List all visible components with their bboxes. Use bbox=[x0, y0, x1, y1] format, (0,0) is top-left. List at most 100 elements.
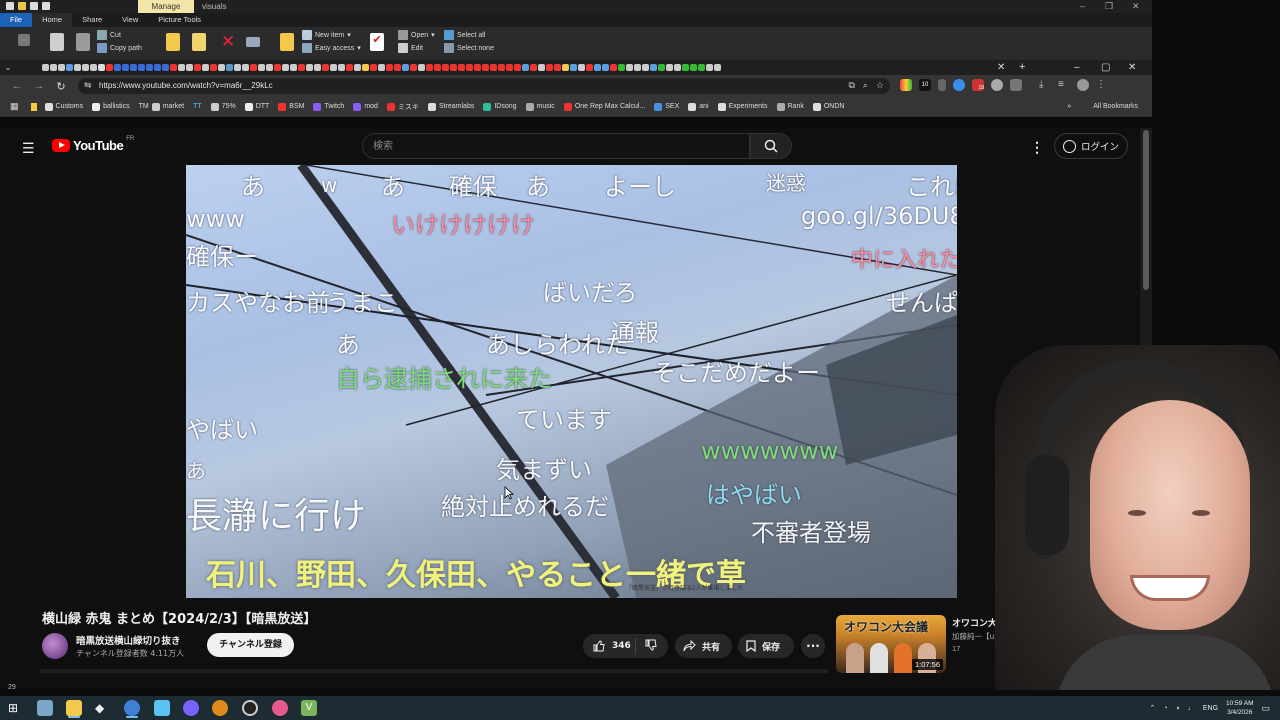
tab-favicon-icon[interactable] bbox=[658, 64, 665, 71]
tab-share[interactable]: Share bbox=[72, 13, 112, 27]
pinned-tab-favicons[interactable] bbox=[42, 64, 721, 71]
file-explorer-taskbar-icon[interactable] bbox=[66, 700, 82, 716]
bookmark-item[interactable]: ani bbox=[688, 102, 709, 111]
tab-favicon-icon[interactable] bbox=[426, 64, 433, 71]
tab-favicon-icon[interactable] bbox=[298, 64, 305, 71]
tab-favicon-icon[interactable] bbox=[250, 64, 257, 71]
tab-favicon-icon[interactable] bbox=[402, 64, 409, 71]
bookmark-item[interactable]: Rank bbox=[776, 102, 804, 111]
tab-home[interactable]: Home bbox=[32, 13, 73, 27]
tab-favicon-icon[interactable] bbox=[226, 64, 233, 71]
tab-close-icon[interactable]: ✕ bbox=[997, 60, 1005, 75]
copy-path-button[interactable]: Copy path bbox=[97, 43, 142, 53]
search-button[interactable] bbox=[750, 133, 792, 159]
chrome-maximize-icon[interactable]: ▢ bbox=[1101, 60, 1110, 75]
tab-favicon-icon[interactable] bbox=[594, 64, 601, 71]
search-box[interactable] bbox=[362, 133, 750, 159]
tab-favicon-icon[interactable] bbox=[506, 64, 513, 71]
bookmark-item[interactable]: Twitch bbox=[313, 102, 344, 111]
tab-favicon-icon[interactable] bbox=[610, 64, 617, 71]
tab-favicon-icon[interactable] bbox=[626, 64, 633, 71]
bookmark-star-icon[interactable]: ☆ bbox=[876, 80, 884, 91]
tab-favicon-icon[interactable] bbox=[490, 64, 497, 71]
address-bar[interactable]: ⇋ https://www.youtube.com/watch?v=ma6r__… bbox=[78, 78, 890, 94]
bookmark-item[interactable]: DTT bbox=[244, 102, 269, 111]
tab-favicon-icon[interactable] bbox=[194, 64, 201, 71]
fox-app-icon[interactable]: ◆ bbox=[95, 700, 111, 716]
mic-icon[interactable]: ♩ bbox=[1188, 705, 1195, 712]
tab-favicon-icon[interactable] bbox=[650, 64, 657, 71]
tab-favicon-icon[interactable] bbox=[618, 64, 625, 71]
app-bird-icon[interactable] bbox=[154, 700, 170, 716]
subscribe-button[interactable]: チャンネル登録 bbox=[207, 633, 294, 657]
tab-favicon-icon[interactable] bbox=[602, 64, 609, 71]
bookmark-item[interactable]: ballistics bbox=[92, 102, 130, 111]
edit-button[interactable]: Edit bbox=[398, 43, 423, 53]
tab-favicon-icon[interactable] bbox=[178, 64, 185, 71]
all-bookmarks-button[interactable]: » All Bookmarks bbox=[1067, 97, 1138, 117]
channel-avatar[interactable] bbox=[42, 633, 68, 659]
notifications-icon[interactable]: ▭ bbox=[1261, 703, 1270, 714]
tab-favicon-icon[interactable] bbox=[186, 64, 193, 71]
paste-icon[interactable] bbox=[76, 33, 90, 51]
tab-favicon-icon[interactable] bbox=[538, 64, 545, 71]
tab-favicon-icon[interactable] bbox=[410, 64, 417, 71]
scrollbar-thumb[interactable] bbox=[1143, 130, 1149, 290]
bookmark-item[interactable]: ミスキ bbox=[386, 102, 419, 112]
obs-icon[interactable] bbox=[183, 700, 199, 716]
bookmark-item[interactable]: ONDN bbox=[812, 102, 844, 111]
bookmark-item[interactable]: IDsong bbox=[483, 102, 517, 111]
tab-favicon-icon[interactable] bbox=[82, 64, 89, 71]
tab-favicon-icon[interactable] bbox=[170, 64, 177, 71]
tab-favicon-icon[interactable] bbox=[234, 64, 241, 71]
explorer-minimize-icon[interactable]: – bbox=[1080, 0, 1085, 13]
tray-chevron-icon[interactable]: ⌃ bbox=[1150, 704, 1156, 712]
quick-access-toolbar[interactable] bbox=[6, 2, 50, 10]
new-tab-icon[interactable]: + bbox=[1019, 60, 1025, 75]
open-button[interactable]: Open ▾ bbox=[398, 30, 435, 40]
tab-search-icon[interactable]: ⌄ bbox=[0, 62, 16, 73]
tab-favicon-icon[interactable] bbox=[570, 64, 577, 71]
tab-favicon-icon[interactable] bbox=[138, 64, 145, 71]
tab-favicon-icon[interactable] bbox=[482, 64, 489, 71]
tab-favicon-icon[interactable] bbox=[42, 64, 49, 71]
reload-icon[interactable]: ↻ bbox=[50, 80, 72, 93]
tab-favicon-icon[interactable] bbox=[314, 64, 321, 71]
tab-favicon-icon[interactable] bbox=[442, 64, 449, 71]
video-player[interactable]: あwあ確保あよーし迷惑これはwwwwいけけけけけgoo.gl/36DU8YqHc… bbox=[186, 165, 957, 598]
url-text[interactable]: https://www.youtube.com/watch?v=ma6r__29… bbox=[99, 81, 273, 90]
tab-favicon-icon[interactable] bbox=[714, 64, 721, 71]
channel-name[interactable]: 暗黒放送横山緑切り抜き bbox=[76, 633, 181, 647]
bitcoin-icon[interactable] bbox=[212, 700, 228, 716]
properties-icon[interactable]: ✔ bbox=[370, 33, 384, 51]
tab-favicon-icon[interactable] bbox=[306, 64, 313, 71]
chevron-right-icon[interactable]: » bbox=[1067, 97, 1071, 117]
tab-favicon-icon[interactable] bbox=[98, 64, 105, 71]
app-pink-icon[interactable] bbox=[272, 700, 288, 716]
network-icon[interactable]: ◔ bbox=[1163, 705, 1167, 712]
tab-favicon-icon[interactable] bbox=[674, 64, 681, 71]
tab-favicon-icon[interactable] bbox=[74, 64, 81, 71]
tab-favicon-icon[interactable] bbox=[330, 64, 337, 71]
tab-favicon-icon[interactable] bbox=[434, 64, 441, 71]
tab-favicon-icon[interactable] bbox=[666, 64, 673, 71]
share-button[interactable]: 共有 bbox=[675, 634, 732, 658]
tab-view[interactable]: View bbox=[112, 13, 148, 27]
bookmark-item[interactable]: One Rep Max Calcul... bbox=[563, 102, 645, 111]
download-icon[interactable]: ⤓ bbox=[1039, 79, 1051, 91]
explorer-restore-icon[interactable]: ❐ bbox=[1105, 0, 1113, 13]
tab-favicon-icon[interactable] bbox=[274, 64, 281, 71]
task-view-icon[interactable] bbox=[37, 700, 53, 716]
clock[interactable]: 10:59 AM 3/4/2026 bbox=[1226, 699, 1253, 717]
bookmark-item[interactable]: Experiments bbox=[717, 102, 768, 111]
tab-favicon-icon[interactable] bbox=[474, 64, 481, 71]
tab-favicon-icon[interactable] bbox=[586, 64, 593, 71]
tab-favicon-icon[interactable] bbox=[554, 64, 561, 71]
tab-favicon-icon[interactable] bbox=[466, 64, 473, 71]
bookmark-item[interactable]: SEX bbox=[654, 102, 679, 111]
bookmark-item[interactable]: BSM bbox=[278, 102, 304, 111]
extension-grey-icon[interactable] bbox=[991, 79, 1003, 91]
tab-favicon-icon[interactable] bbox=[130, 64, 137, 71]
tab-favicon-icon[interactable] bbox=[218, 64, 225, 71]
tab-favicon-icon[interactable] bbox=[154, 64, 161, 71]
